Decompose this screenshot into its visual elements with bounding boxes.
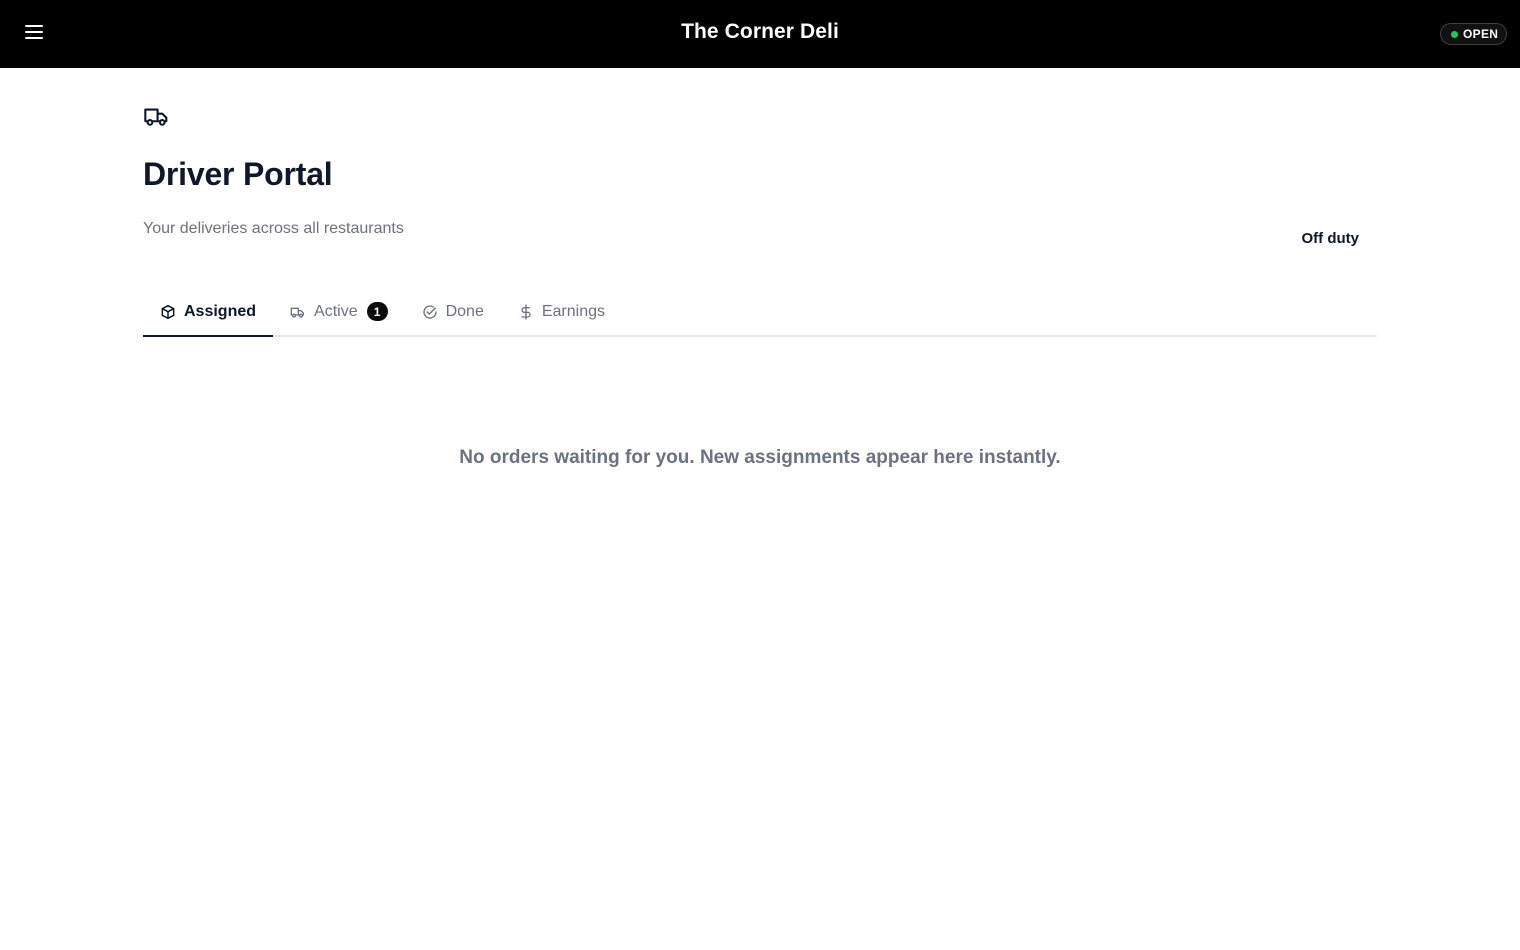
tab-active[interactable]: Active 1 xyxy=(273,288,405,337)
tab-label: Earnings xyxy=(541,302,605,320)
tab-label: Assigned xyxy=(184,302,257,320)
tab-earnings[interactable]: Earnings xyxy=(501,288,622,337)
duty-status-toggle[interactable]: Off duty xyxy=(1302,230,1360,247)
page-subtitle: Your deliveries across all restaurants xyxy=(143,220,404,237)
check-circle-icon xyxy=(422,304,438,320)
dollar-icon xyxy=(518,303,534,320)
status-dot-icon xyxy=(1451,30,1458,38)
tab-assigned[interactable]: Assigned xyxy=(143,288,274,337)
tab-bar: Assigned Active 1 Done Earnings xyxy=(143,288,1377,337)
app-title: The Corner Deli xyxy=(681,20,839,43)
page-title: Driver Portal xyxy=(143,156,333,192)
count-badge: 1 xyxy=(366,302,388,321)
top-bar: The Corner Deli OPEN xyxy=(0,0,1520,68)
restaurant-status-badge: OPEN xyxy=(1440,23,1507,45)
status-label: OPEN xyxy=(1463,27,1499,41)
package-icon xyxy=(160,304,176,320)
tab-label: Active xyxy=(314,302,358,320)
tab-done[interactable]: Done xyxy=(405,288,501,337)
truck-icon xyxy=(143,102,171,130)
truck-icon xyxy=(290,304,306,320)
empty-state-message: No orders waiting for you. New assignmen… xyxy=(459,447,1061,468)
tab-label: Done xyxy=(445,302,484,320)
